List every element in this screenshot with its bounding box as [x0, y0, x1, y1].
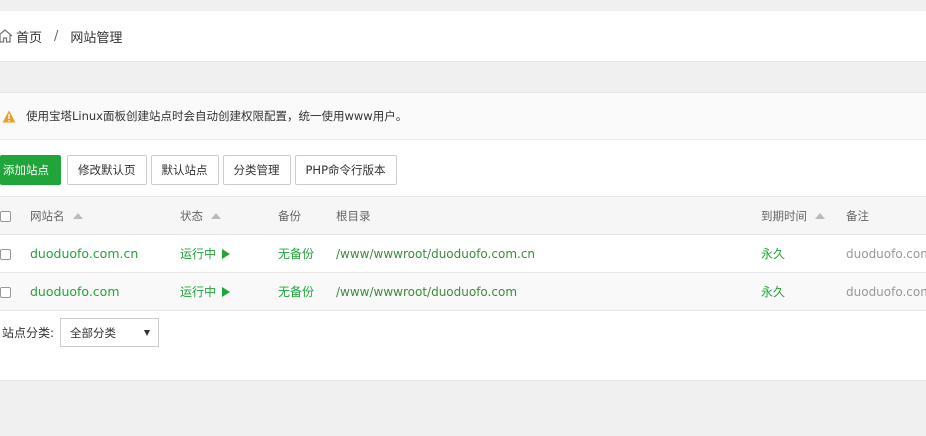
breadcrumb-home[interactable]: 首页 [16, 27, 42, 46]
edit-default-page-button[interactable]: 修改默认页 [67, 155, 147, 185]
col-expire[interactable]: 到期时间 [761, 197, 846, 235]
col-note: 备注 [846, 208, 869, 223]
breadcrumb-current: 网站管理 [70, 30, 123, 46]
row-checkbox[interactable] [0, 248, 11, 260]
sort-up-icon[interactable] [72, 212, 83, 219]
expire-link[interactable]: 永久 [761, 273, 846, 311]
col-site-name[interactable]: 网站名 [30, 197, 180, 235]
home-icon[interactable] [0, 28, 13, 44]
permission-notice: 使用宝塔Linux面板创建站点时会自动创建权限配置，统一使用www用户。 [0, 93, 926, 140]
top-bar: 首页 / 网站管理 [0, 11, 926, 62]
table-row: duoduofo.com 运行中 无备份 /www/wwwroot/duoduo… [0, 272, 926, 311]
status-label: 运行中 [180, 285, 217, 299]
notice-text: 使用宝塔Linux面板创建站点时会自动创建权限配置，统一使用www用户。 [26, 109, 408, 123]
col-status[interactable]: 状态 [180, 197, 278, 235]
breadcrumb: 首页 / 网站管理 [0, 27, 122, 46]
note-field[interactable]: duoduofo.com.cn [846, 235, 926, 273]
warning-icon [2, 110, 16, 122]
php-cli-version-button[interactable]: PHP命令行版本 [294, 155, 397, 185]
status-toggle[interactable]: 运行中 [180, 235, 278, 273]
site-table: 网站名 状态 备份 根目录 到期时间 备注 duoduofo.com.cn 运行… [0, 196, 926, 311]
col-expire-label: 到期时间 [761, 208, 807, 223]
site-name-link[interactable]: duoduofo.com [30, 273, 180, 311]
chevron-down-icon [144, 329, 151, 336]
table-header-row: 网站名 状态 备份 根目录 到期时间 备注 [0, 196, 926, 235]
backup-link[interactable]: 无备份 [278, 235, 336, 273]
category-select-value: 全部分类 [70, 325, 117, 340]
site-panel: 使用宝塔Linux面板创建站点时会自动创建权限配置，统一使用www用户。 添加站… [0, 92, 926, 381]
root-dir-link[interactable]: /www/wwwroot/duoduofo.com.cn [336, 235, 761, 273]
table-row: duoduofo.com.cn 运行中 无备份 /www/wwwroot/duo… [0, 235, 926, 273]
expire-link[interactable]: 永久 [761, 235, 846, 273]
backup-link[interactable]: 无备份 [278, 273, 336, 311]
site-name-link[interactable]: duoduofo.com.cn [30, 235, 180, 273]
root-dir-link[interactable]: /www/wwwroot/duoduofo.com [336, 273, 761, 311]
col-status-label: 状态 [180, 208, 203, 223]
status-toggle[interactable]: 运行中 [180, 273, 278, 311]
toolbar: 添加站点 修改默认页 默认站点 分类管理 PHP命令行版本 [0, 155, 401, 185]
category-select[interactable]: 全部分类 [60, 318, 160, 347]
play-icon [222, 249, 231, 259]
col-root-dir: 根目录 [336, 208, 371, 223]
default-site-button[interactable]: 默认站点 [150, 155, 219, 185]
note-field[interactable]: duoduofo.com [846, 273, 926, 311]
category-filter-label: 站点分类: [2, 326, 55, 340]
category-manage-button[interactable]: 分类管理 [222, 155, 291, 185]
col-site-name-label: 网站名 [30, 208, 65, 223]
breadcrumb-separator: / [54, 28, 59, 44]
select-all-checkbox[interactable] [0, 210, 11, 222]
sort-up-icon[interactable] [211, 212, 221, 219]
category-filter: 站点分类: 全部分类 [2, 318, 160, 347]
add-site-button[interactable]: 添加站点 [0, 155, 61, 185]
sort-up-icon[interactable] [815, 212, 825, 219]
status-label: 运行中 [180, 247, 217, 261]
play-icon [222, 287, 231, 297]
col-backup: 备份 [278, 208, 301, 223]
row-checkbox[interactable] [0, 286, 11, 298]
